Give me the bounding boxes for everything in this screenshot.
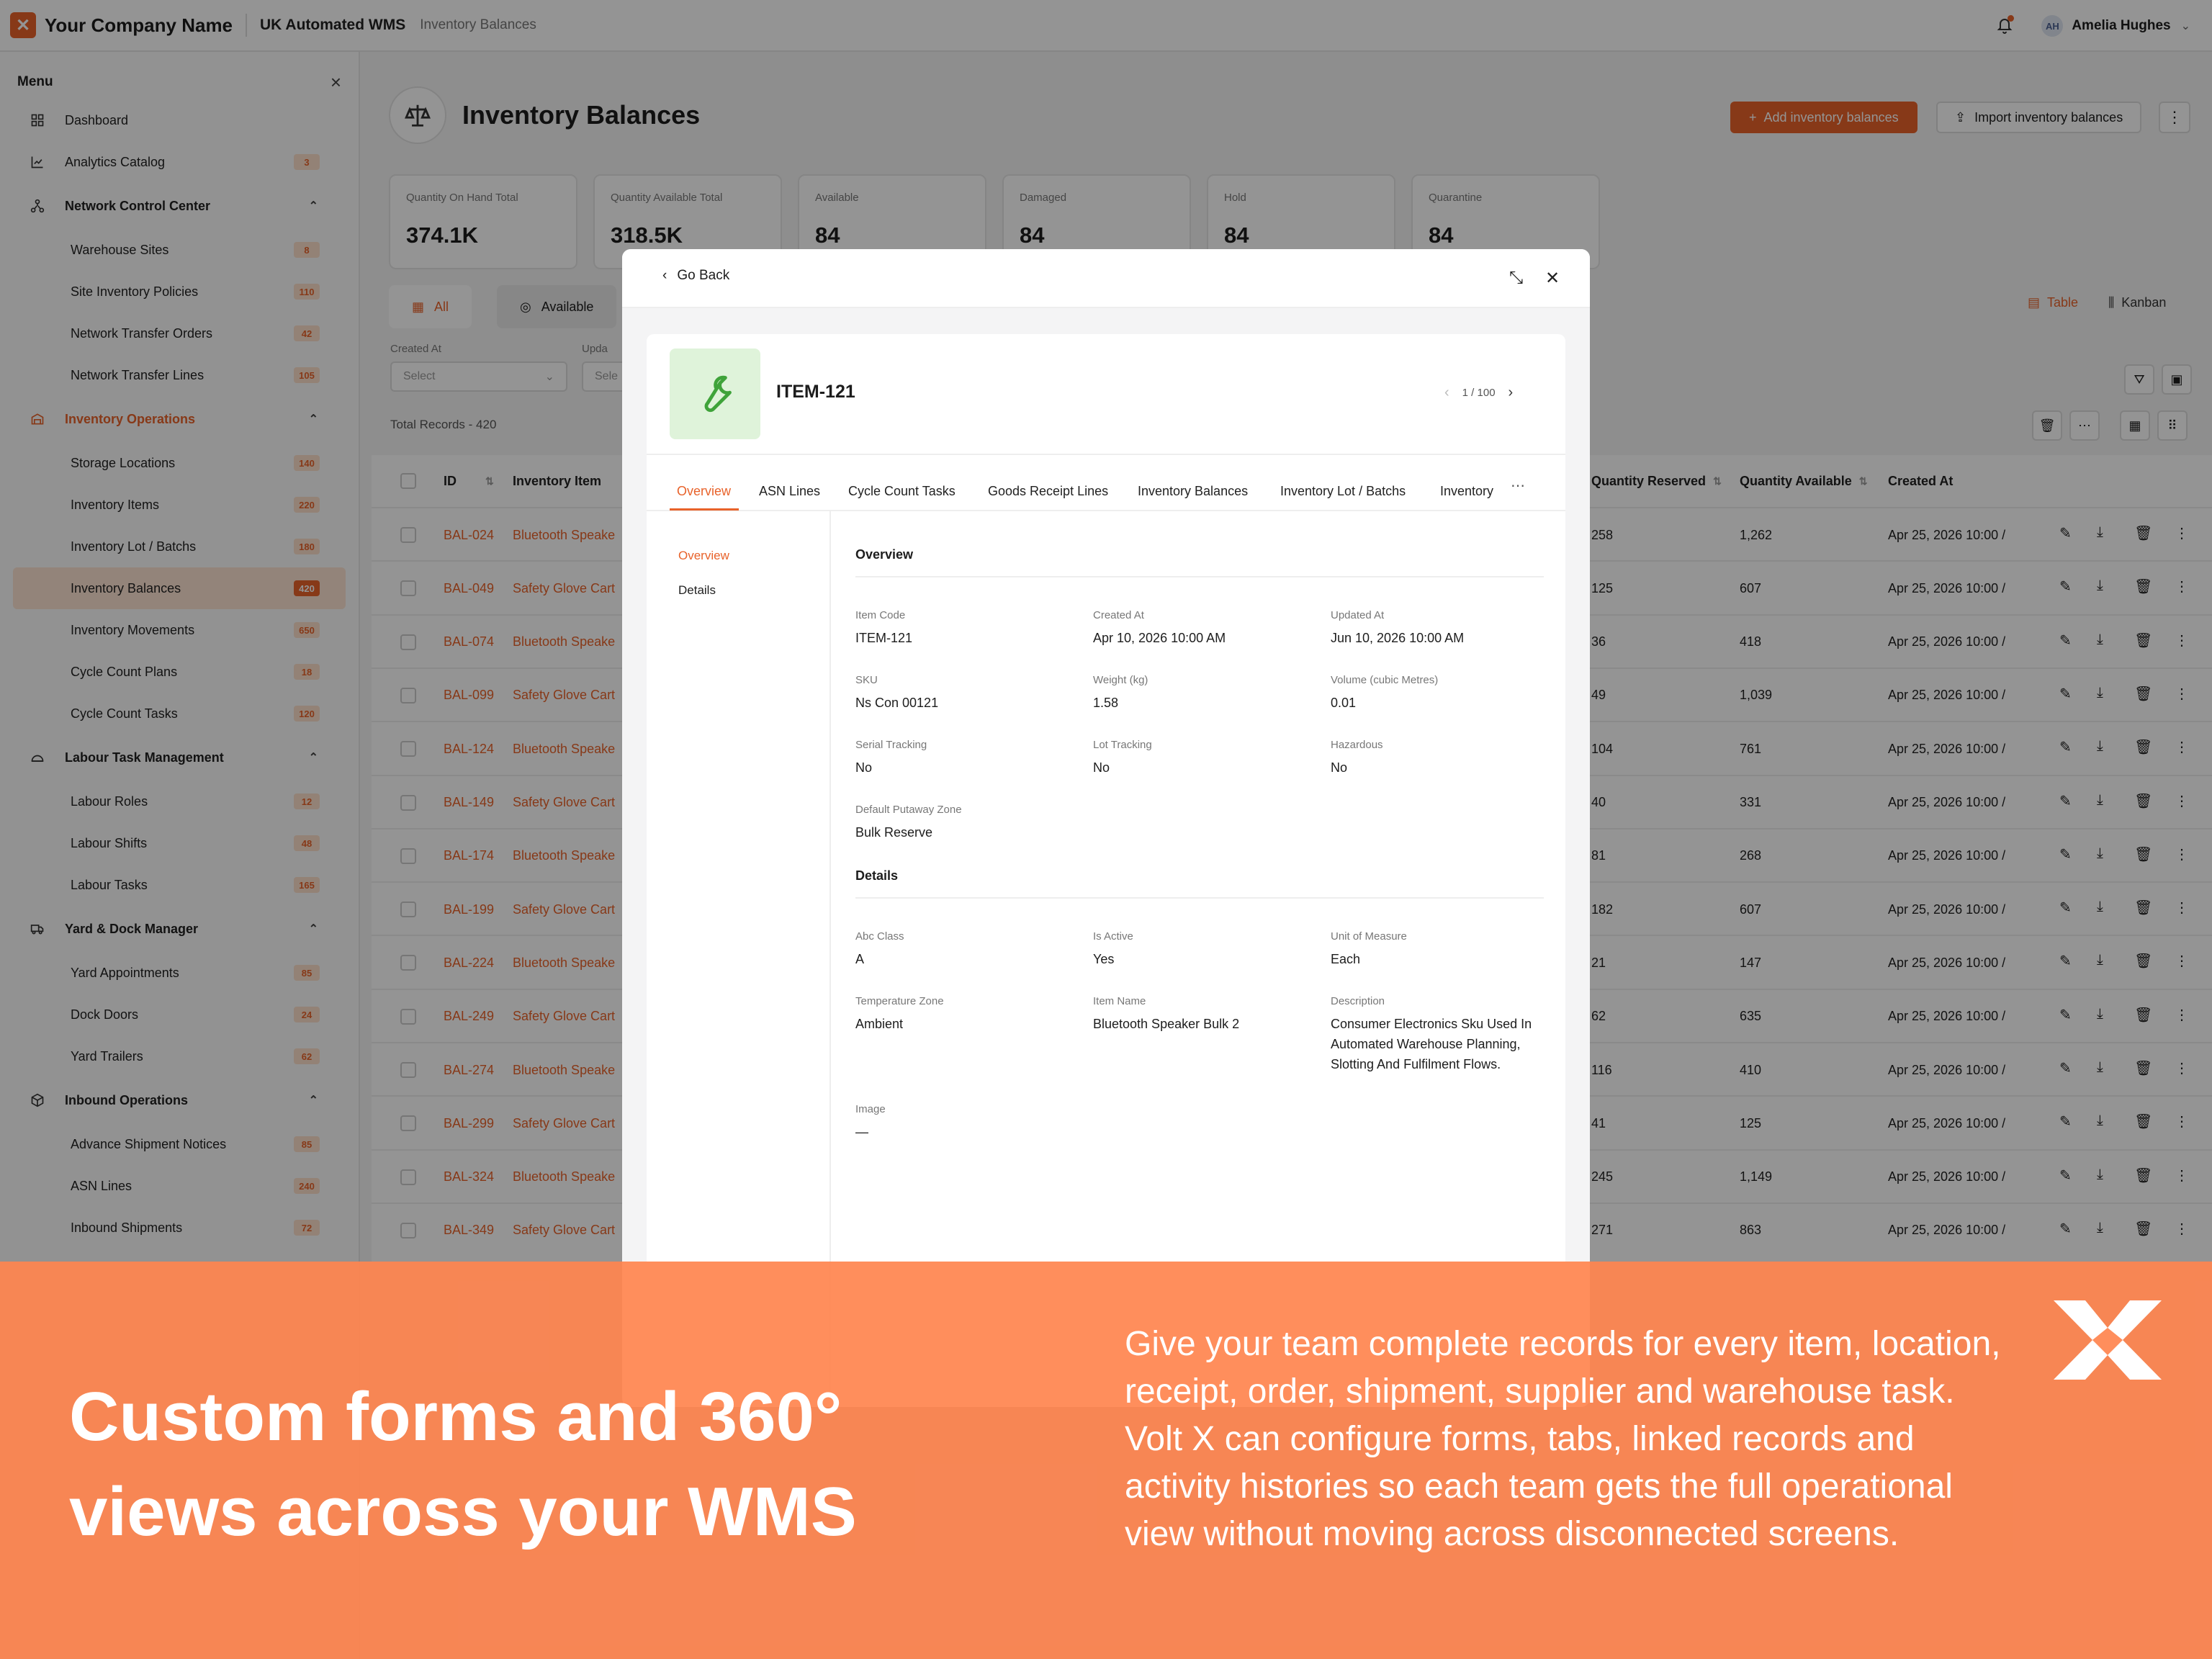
field-label: Abc Class: [855, 930, 904, 943]
tab-cycle-count-tasks[interactable]: Cycle Count Tasks: [848, 484, 956, 499]
field-value: —: [855, 1125, 868, 1139]
field-label: Hazardous: [1331, 739, 1383, 751]
item-detail-modal: ‹ Go Back ⤡ ✕ ITEM-121 ‹ 1 / 100 › Overvi…: [622, 249, 1590, 1407]
field-label: Temperature Zone: [855, 995, 944, 1007]
more-tabs-icon[interactable]: ⋯: [1511, 477, 1525, 495]
field-label: SKU: [855, 674, 878, 686]
field-value: 1.58: [1093, 696, 1119, 710]
overview-section-title: Overview: [855, 547, 914, 562]
section-nav-overview[interactable]: Overview: [678, 549, 729, 563]
promo-banner: Custom forms and 360° views across your …: [0, 1262, 2212, 1659]
field-value: Bluetooth Speaker Bulk 2: [1093, 1017, 1240, 1031]
field-value: Bulk Reserve: [855, 825, 933, 840]
field-label: Is Active: [1093, 930, 1133, 943]
field-value: Ns Con 00121: [855, 696, 939, 710]
field-value: No: [855, 760, 873, 775]
field-label: Lot Tracking: [1093, 739, 1152, 751]
field-value: Consumer Electronics Sku Used In Automat…: [1331, 1017, 1532, 1071]
field-label: Unit of Measure: [1331, 930, 1407, 943]
item-title: ITEM-121: [776, 382, 855, 402]
field-value: No: [1093, 760, 1110, 775]
field-label: Created At: [1093, 609, 1144, 621]
details-section-title: Details: [855, 868, 899, 883]
field-label: Serial Tracking: [855, 739, 927, 751]
field-label: Description: [1331, 995, 1385, 1007]
tab-inventory[interactable]: Inventory: [1440, 484, 1493, 499]
field-value: Ambient: [855, 1017, 904, 1031]
section-nav: Overview Details: [647, 511, 831, 1393]
chevron-left-icon: ‹: [662, 268, 667, 283]
pager-label: 1 / 100: [1462, 387, 1496, 399]
field-label: Image: [855, 1103, 886, 1115]
field-label: Item Name: [1093, 995, 1146, 1007]
divider: [855, 576, 1544, 577]
divider: [855, 897, 1544, 899]
section-nav-details[interactable]: Details: [678, 583, 716, 598]
close-icon[interactable]: ✕: [1545, 268, 1560, 289]
tab-overview[interactable]: Overview: [677, 484, 731, 499]
field-value: 0.01: [1331, 696, 1357, 710]
tab-inventory-balances[interactable]: Inventory Balances: [1138, 484, 1248, 499]
volt-x-logo: [2054, 1300, 2162, 1380]
field-value: Each: [1331, 952, 1361, 966]
previous-record-icon[interactable]: ‹: [1444, 385, 1449, 401]
field-label: Default Putaway Zone: [855, 804, 962, 816]
modal-header: ‹ Go Back ⤡ ✕: [622, 249, 1590, 308]
tab-inventory-lot-batchs[interactable]: Inventory Lot / Batchs: [1280, 484, 1406, 499]
field-value: A: [855, 952, 865, 966]
next-record-icon[interactable]: ›: [1509, 385, 1514, 401]
field-value: ITEM-121: [855, 631, 913, 645]
field-label: Volume (cubic Metres): [1331, 674, 1439, 686]
active-tab-indicator: [670, 508, 739, 511]
record-pager: ‹ 1 / 100 ›: [1444, 385, 1513, 401]
wrench-icon: [670, 349, 760, 439]
field-value: Jun 10, 2026 10:00 AM: [1331, 631, 1465, 645]
field-label: Weight (kg): [1093, 674, 1148, 686]
go-back-label: Go Back: [677, 268, 730, 283]
field-value: Yes: [1093, 952, 1115, 966]
expand-icon[interactable]: ⤡: [1509, 268, 1523, 288]
go-back-button[interactable]: ‹ Go Back: [662, 268, 729, 284]
tab-asn-lines[interactable]: ASN Lines: [759, 484, 820, 499]
field-value: No: [1331, 760, 1348, 775]
item-card: ITEM-121 ‹ 1 / 100 › Overview ASN Lines …: [647, 334, 1565, 1393]
field-label: Updated At: [1331, 609, 1385, 621]
record-tabs: Overview ASN Lines Cycle Count Tasks Goo…: [647, 454, 1565, 511]
field-label: Item Code: [855, 609, 906, 621]
banner-title: Custom forms and 360° views across your …: [69, 1378, 857, 1550]
field-value: Apr 10, 2026 10:00 AM: [1093, 631, 1226, 645]
banner-text: Give your team complete records for ever…: [1125, 1325, 2001, 1553]
tab-goods-receipt-lines[interactable]: Goods Receipt Lines: [988, 484, 1108, 499]
